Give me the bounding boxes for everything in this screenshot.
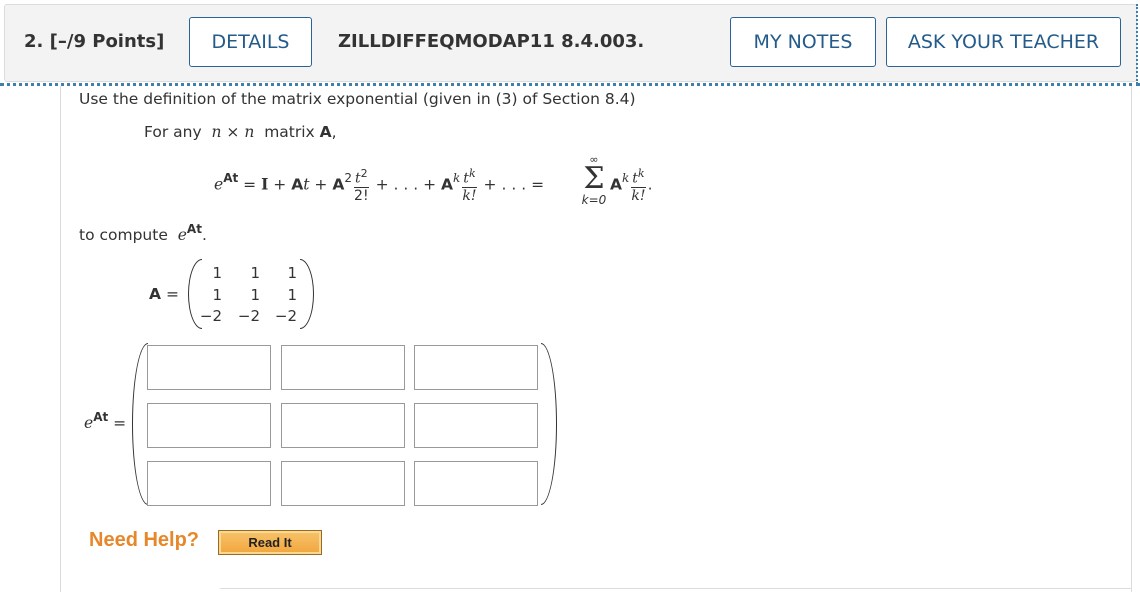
n-symbol: n — [244, 123, 255, 141]
ellipsis: . . . — [501, 175, 527, 194]
matrix-cell: 1 — [250, 264, 260, 282]
answer-label: eAt = — [84, 410, 127, 432]
exponent: k — [622, 171, 630, 186]
divider — [220, 588, 1132, 589]
my-notes-button[interactable]: MY NOTES — [730, 17, 876, 67]
matrix-word: matrix — [264, 123, 315, 141]
ellipsis: . . . — [393, 175, 419, 194]
need-help-label: Need Help? — [89, 529, 200, 551]
e-symbol: e — [84, 414, 94, 432]
exponent: k — [637, 167, 645, 180]
equals: = — [243, 175, 257, 194]
answer-input-r1c3[interactable] — [414, 345, 538, 390]
matrix-cell: 1 — [250, 286, 260, 304]
answer-input-r2c3[interactable] — [414, 403, 538, 448]
matrix-A: 1 1 1 1 1 1 −2 −2 −2 — [188, 259, 314, 329]
comma: , — [331, 123, 337, 141]
sigma-symbol: Σ — [583, 161, 605, 196]
summation: ∞ Σ k=0 — [578, 154, 610, 207]
matrix-symbol: A — [610, 175, 622, 194]
denominator: k! — [462, 187, 477, 204]
exponent: At — [93, 410, 109, 424]
fraction: t2 2! — [353, 166, 369, 204]
matrix-symbol: A — [441, 175, 454, 194]
matrix-symbol: A — [291, 175, 304, 194]
plus: + — [375, 175, 389, 194]
matrix-A-label: A = — [149, 285, 179, 303]
assignment-code: ZILLDIFFEQMODAP11 8.4.003. — [338, 31, 645, 52]
for-any-prefix: For any — [144, 123, 202, 141]
to-compute-line: to compute eAt. — [79, 222, 207, 244]
plus: + — [273, 175, 287, 194]
answer-input-r3c3[interactable] — [414, 461, 538, 506]
exponent: 2 — [360, 167, 368, 180]
answer-input-r1c2[interactable] — [281, 345, 405, 390]
period: . — [647, 175, 653, 194]
equals: = — [531, 175, 545, 194]
answer-input-r1c1[interactable] — [147, 345, 271, 390]
matrix-symbol: A — [332, 175, 345, 194]
exponent: At — [186, 222, 202, 236]
for-any-line: For any n × n matrix A, — [144, 123, 337, 141]
definition-equation: eAt = I + At + A2 t2 2! + . . . + Ak tk k! +… — [214, 166, 544, 204]
matrix-cell: 1 — [287, 264, 297, 282]
matrix-cell: −2 — [274, 307, 297, 325]
plus: + — [314, 175, 328, 194]
question-number-text: 2. — [24, 31, 44, 52]
matrix-cell: −2 — [237, 307, 260, 325]
answer-input-r3c1[interactable] — [147, 461, 271, 506]
answer-input-r2c2[interactable] — [281, 403, 405, 448]
answer-input-r2c1[interactable] — [147, 403, 271, 448]
question-number: 2. [–/9 Points] — [24, 31, 164, 52]
focus-border-right — [1136, 4, 1138, 84]
right-parenthesis — [300, 259, 314, 329]
read-it-button[interactable]: Read It — [218, 530, 322, 555]
matrix-cell: 1 — [287, 286, 297, 304]
problem-intro: Use the definition of the matrix exponen… — [79, 90, 636, 108]
summation-term: Ak tk k!. — [610, 166, 653, 204]
equals: = — [165, 285, 179, 303]
matrix-symbol: A — [149, 285, 161, 303]
matrix-cell: −2 — [199, 307, 222, 325]
matrix-cell: 1 — [212, 286, 222, 304]
sum-lower-limit: k=0 — [581, 193, 607, 207]
equals: = — [113, 414, 127, 432]
answer-input-r3c2[interactable] — [281, 461, 405, 506]
n-symbol: n — [211, 123, 222, 141]
to-compute-text: to compute — [79, 226, 168, 244]
details-button[interactable]: DETAILS — [189, 17, 312, 67]
ask-your-teacher-button[interactable]: ASK YOUR TEACHER — [886, 17, 1121, 67]
t-symbol: t — [303, 175, 310, 194]
denominator: 2! — [354, 187, 369, 204]
exponent: k — [453, 171, 461, 186]
exponent: 2 — [344, 171, 352, 186]
e-symbol: e — [214, 175, 224, 194]
fraction: tk k! — [631, 166, 646, 204]
fraction: tk k! — [462, 166, 477, 204]
exponent: k — [468, 167, 476, 180]
points-text: [–/9 Points] — [49, 31, 165, 52]
times-symbol: × — [226, 123, 240, 141]
plus: + — [483, 175, 497, 194]
matrix-cell: 1 — [212, 264, 222, 282]
e-symbol: e — [177, 226, 187, 244]
exponent: At — [223, 171, 239, 186]
identity-symbol: I — [261, 174, 269, 194]
denominator: k! — [631, 187, 646, 204]
period: . — [201, 226, 207, 244]
plus: + — [423, 175, 437, 194]
matrix-symbol: A — [319, 123, 332, 141]
